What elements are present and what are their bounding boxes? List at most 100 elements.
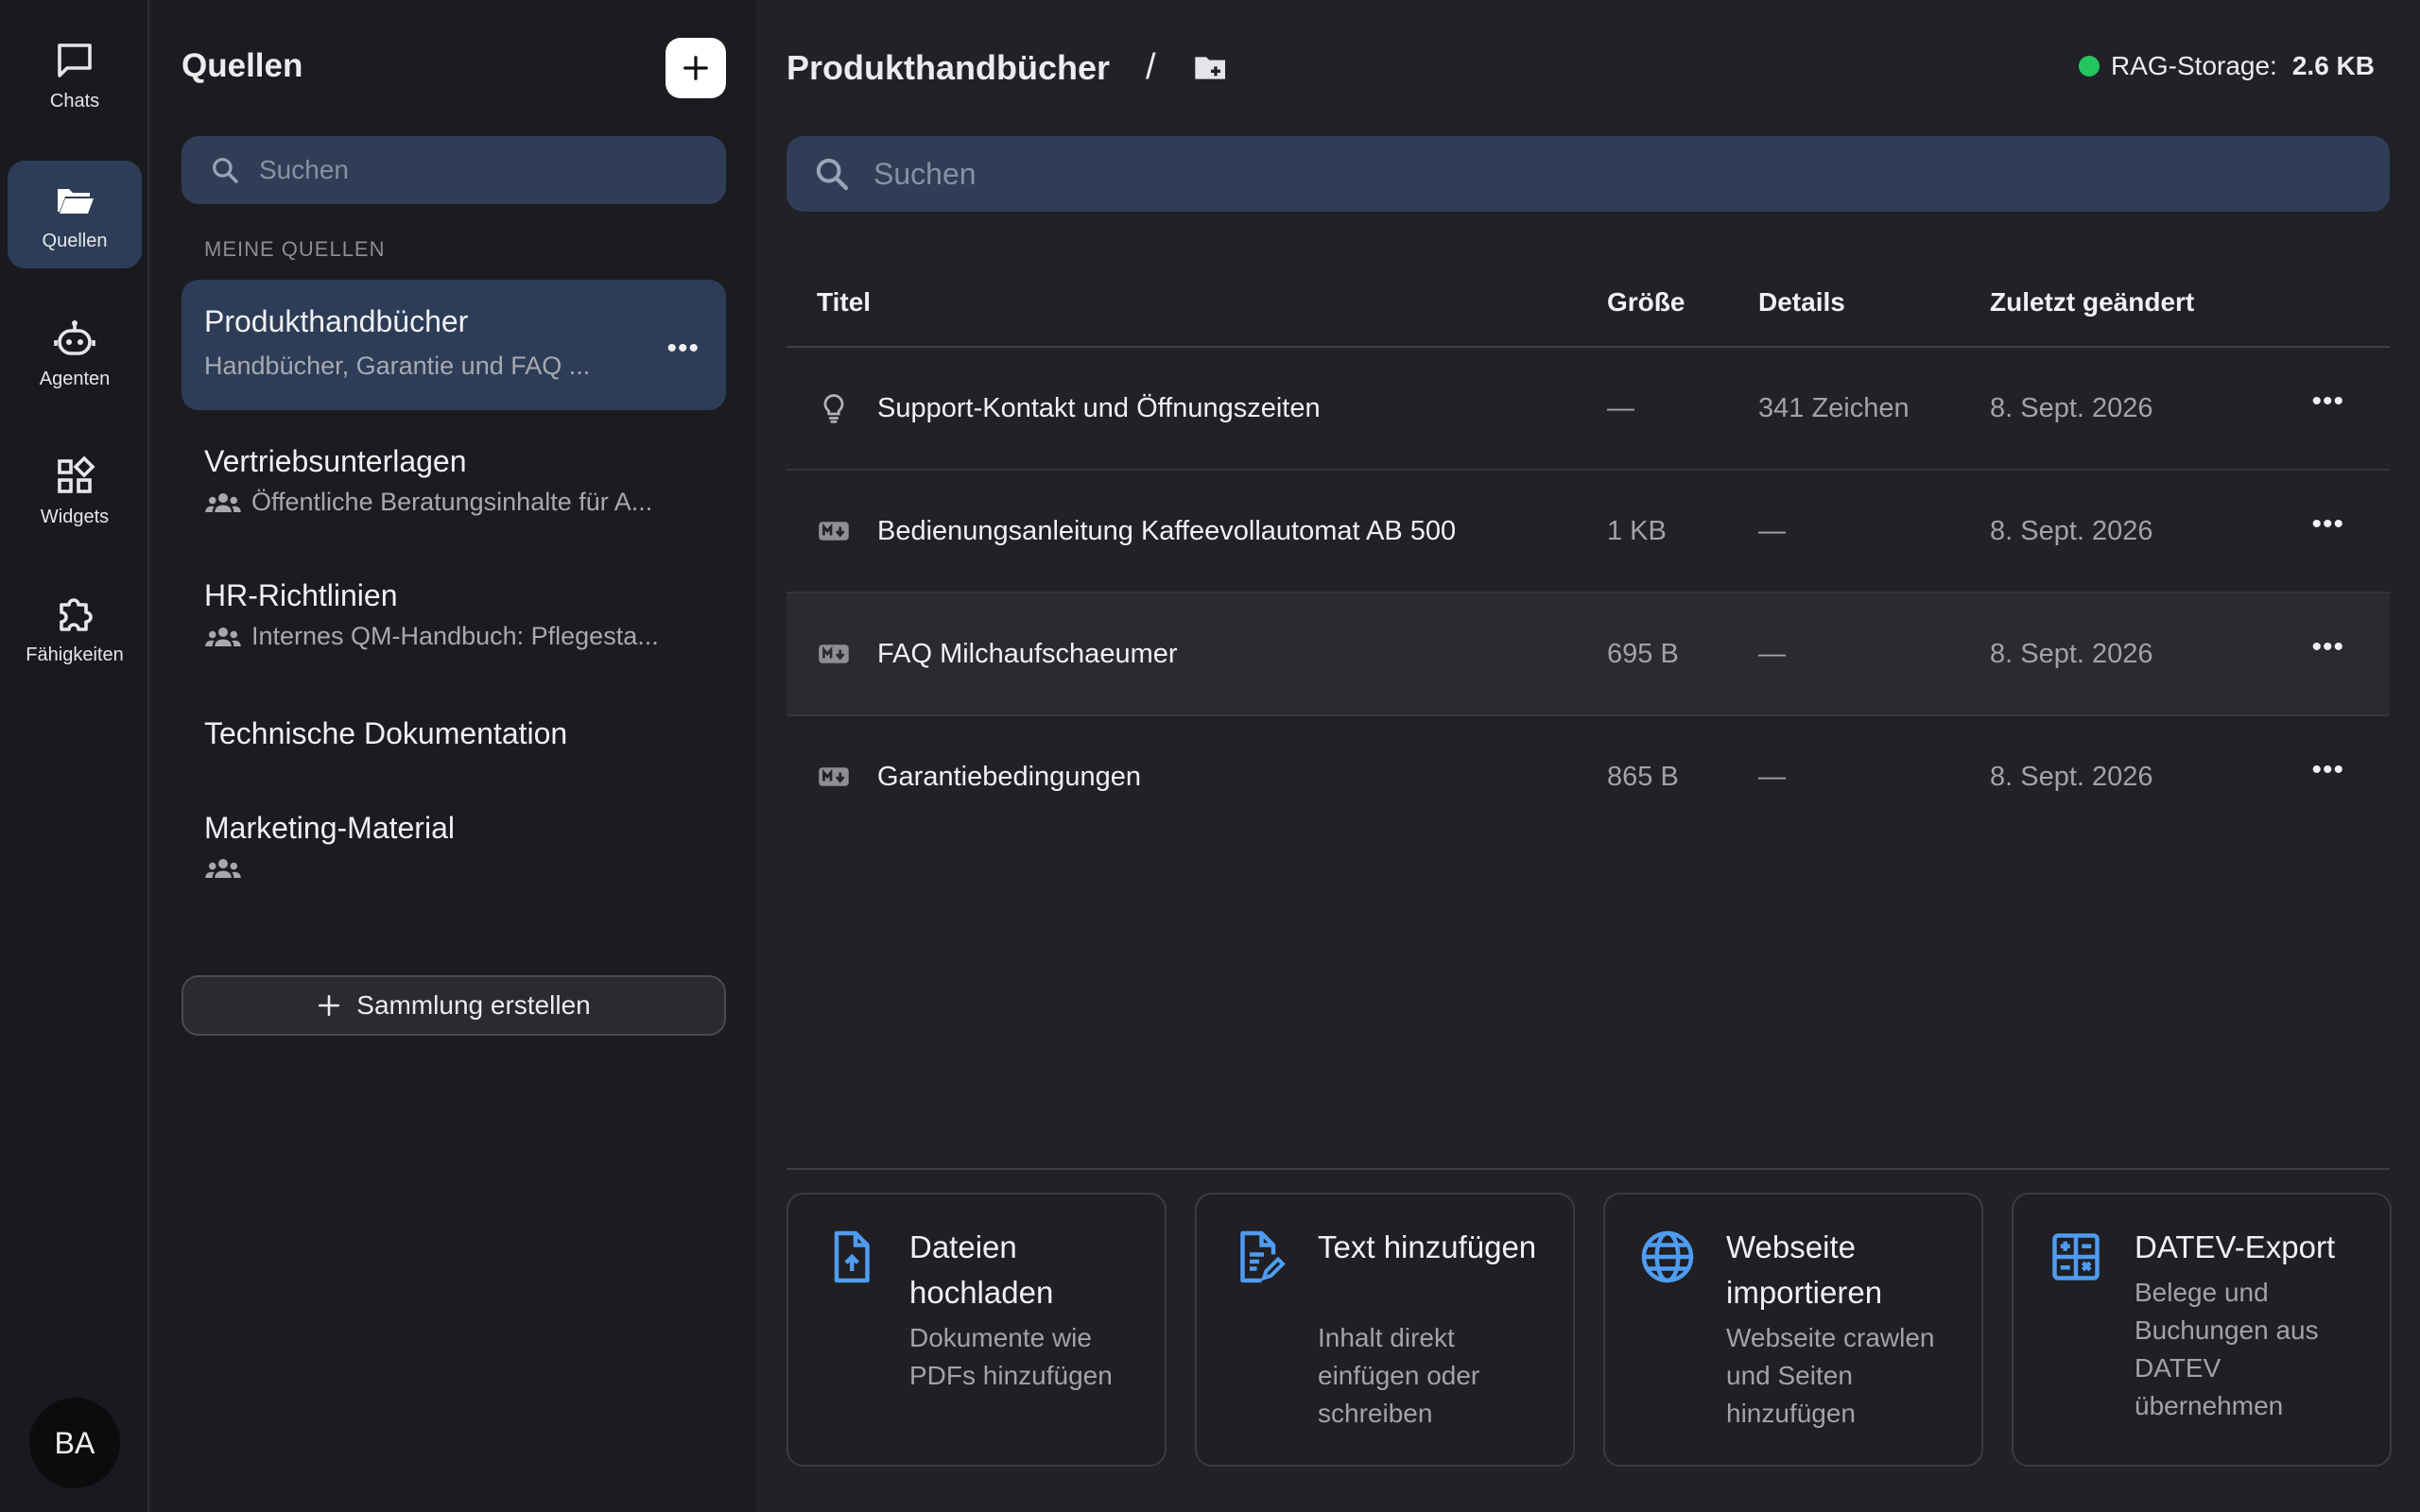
rail-item-label: Widgets bbox=[40, 506, 110, 527]
more-icon[interactable]: ••• bbox=[2311, 631, 2344, 663]
table-row[interactable]: Bedienungsanleitung Kaffeevollautomat AB… bbox=[786, 471, 2390, 593]
collection-name: Marketing-Material bbox=[204, 811, 455, 845]
widgets-icon bbox=[58, 455, 95, 493]
rail-item-chats[interactable]: Chats bbox=[8, 21, 142, 129]
lightbulb-icon bbox=[823, 394, 844, 423]
collection-name: HR-Richtlinien bbox=[204, 578, 398, 612]
status-dot bbox=[2078, 56, 2100, 77]
column-details[interactable]: Details bbox=[1758, 287, 1845, 318]
column-title[interactable]: Titel bbox=[817, 287, 871, 318]
sources-search bbox=[182, 136, 726, 204]
row-title: Support-Kontakt und Öffnungszeiten bbox=[877, 393, 1321, 423]
collection-description: Internes QM-Handbuch: Pflegesta... bbox=[204, 622, 659, 651]
collection-name: Vertriebsunterlagen bbox=[204, 444, 467, 478]
card-title: Dateien hochladen bbox=[909, 1229, 1054, 1310]
file-upload-icon bbox=[834, 1230, 870, 1283]
group-icon bbox=[205, 859, 241, 878]
rail-item-quellen[interactable]: Quellen bbox=[8, 161, 142, 268]
plus-icon bbox=[319, 994, 340, 1017]
folder-open-icon bbox=[58, 188, 94, 214]
markdown-icon bbox=[819, 644, 849, 663]
breadcrumb-separator: / bbox=[1146, 47, 1156, 87]
import-website-card[interactable]: Webseite importieren Webseite crawlen un… bbox=[1603, 1193, 1983, 1467]
breadcrumb-current: Produkthandbücher bbox=[786, 47, 1111, 87]
column-modified[interactable]: Zuletzt geändert bbox=[1990, 287, 2194, 318]
group-icon bbox=[205, 492, 241, 512]
table-row[interactable]: Garantiebedingungen 865 B — 8. Sept. 202… bbox=[786, 716, 2390, 839]
globe-icon bbox=[1641, 1230, 1694, 1283]
section-label: MEINE QUELLEN bbox=[204, 237, 386, 261]
collection-description-text: Handbücher, Garantie und FAQ ... bbox=[204, 352, 591, 380]
row-modified: 8. Sept. 2026 bbox=[1990, 393, 2153, 423]
documents-search-input[interactable] bbox=[873, 156, 2348, 192]
create-collection-button[interactable]: Sammlung erstellen bbox=[182, 975, 726, 1036]
avatar[interactable]: BA bbox=[29, 1398, 120, 1488]
robot-icon bbox=[54, 319, 95, 355]
card-title: DATEV-Export bbox=[2135, 1229, 2336, 1264]
card-description: Inhalt direkt einfügen oder schreiben bbox=[1318, 1323, 1480, 1428]
upload-files-card[interactable]: Dateien hochladen Dokumente wie PDFs hin… bbox=[786, 1193, 1167, 1467]
collection-item[interactable]: Vertriebsunterlagen Öffentliche Beratung… bbox=[182, 421, 726, 544]
row-size: 695 B bbox=[1607, 639, 1679, 669]
collection-name: Technische Dokumentation bbox=[204, 716, 568, 750]
storage-label: RAG-Storage: bbox=[2110, 51, 2277, 80]
storage-value: 2.6 KB bbox=[2291, 51, 2375, 80]
breadcrumb: Produkthandbücher / bbox=[786, 47, 1230, 88]
row-size: 865 B bbox=[1607, 762, 1679, 792]
panel-title: Quellen bbox=[182, 47, 303, 84]
more-icon[interactable]: ••• bbox=[666, 333, 700, 365]
collection-item[interactable]: Marketing-Material bbox=[182, 792, 726, 905]
table-row[interactable]: FAQ Milchaufschaeumer 695 B — 8. Sept. 2… bbox=[786, 593, 2390, 716]
rail-item-label: Agenten bbox=[39, 368, 111, 389]
card-description: Belege und Buchungen aus DATEV übernehme… bbox=[2135, 1278, 2319, 1420]
sources-panel: Quellen MEINE QUELLEN Produkthandbücher … bbox=[151, 0, 756, 1512]
collection-description: Öffentliche Beratungsinhalte für A... bbox=[204, 488, 652, 517]
row-title: Garantiebedingungen bbox=[877, 762, 1141, 792]
puzzle-icon bbox=[60, 597, 93, 631]
documents-search bbox=[786, 136, 2390, 212]
rail-item-label: Chats bbox=[49, 90, 100, 112]
rail-item-label: Fähigkeiten bbox=[26, 644, 124, 665]
file-edit-icon bbox=[1240, 1230, 1286, 1283]
storage-indicator: RAG-Storage: 2.6 KB bbox=[2078, 51, 2375, 81]
more-icon[interactable]: ••• bbox=[2311, 754, 2344, 786]
group-icon bbox=[205, 627, 241, 646]
collection-item[interactable]: Produkthandbücher Handbücher, Garantie u… bbox=[182, 280, 726, 410]
app-rail: Chats Quellen Agenten Widgets Fähigkeite… bbox=[0, 0, 149, 1512]
search-icon bbox=[213, 158, 238, 183]
row-details: — bbox=[1758, 639, 1786, 669]
calculator-icon bbox=[2052, 1233, 2100, 1280]
row-modified: 8. Sept. 2026 bbox=[1990, 762, 2153, 792]
rail-item-faehigkeiten[interactable]: Fähigkeiten bbox=[8, 575, 142, 682]
collection-description-text: Internes QM-Handbuch: Pflegesta... bbox=[251, 622, 659, 650]
table-row[interactable]: Support-Kontakt und Öffnungszeiten — 341… bbox=[786, 348, 2390, 471]
card-title: Text hinzufügen bbox=[1318, 1229, 1537, 1264]
rail-item-agenten[interactable]: Agenten bbox=[8, 299, 142, 406]
more-icon[interactable]: ••• bbox=[2311, 508, 2344, 541]
row-title: Bedienungsanleitung Kaffeevollautomat AB… bbox=[877, 516, 1457, 546]
collection-description bbox=[204, 854, 242, 883]
add-source-button[interactable] bbox=[666, 38, 726, 98]
row-modified: 8. Sept. 2026 bbox=[1990, 639, 2153, 669]
markdown-icon bbox=[819, 522, 849, 541]
main-content: Produkthandbücher / RAG-Storage: 2.6 KB … bbox=[756, 0, 2420, 1512]
add-text-card[interactable]: Text hinzufügen Inhalt direkt einfügen o… bbox=[1195, 1193, 1575, 1467]
collection-name: Produkthandbücher bbox=[204, 304, 469, 338]
card-description: Dokumente wie PDFs hinzufügen bbox=[909, 1323, 1113, 1390]
chat-icon bbox=[58, 43, 92, 77]
more-icon[interactable]: ••• bbox=[2311, 386, 2344, 418]
column-size[interactable]: Größe bbox=[1607, 287, 1685, 318]
row-details: — bbox=[1758, 762, 1786, 792]
rail-item-widgets[interactable]: Widgets bbox=[8, 437, 142, 544]
row-size: 1 KB bbox=[1607, 516, 1667, 546]
sources-search-input[interactable] bbox=[259, 155, 694, 185]
datev-export-card[interactable]: DATEV-Export Belege und Buchungen aus DA… bbox=[2012, 1193, 2392, 1467]
row-details: — bbox=[1758, 516, 1786, 546]
markdown-icon bbox=[819, 767, 849, 786]
new-folder-icon[interactable] bbox=[1192, 49, 1230, 87]
collection-item[interactable]: Technische Dokumentation bbox=[182, 697, 726, 773]
collection-item[interactable]: HR-Richtlinien Internes QM-Handbuch: Pfl… bbox=[182, 558, 726, 680]
card-title: Webseite importieren bbox=[1726, 1229, 1883, 1310]
divider bbox=[786, 1168, 2390, 1170]
create-collection-label: Sammlung erstellen bbox=[356, 990, 591, 1020]
